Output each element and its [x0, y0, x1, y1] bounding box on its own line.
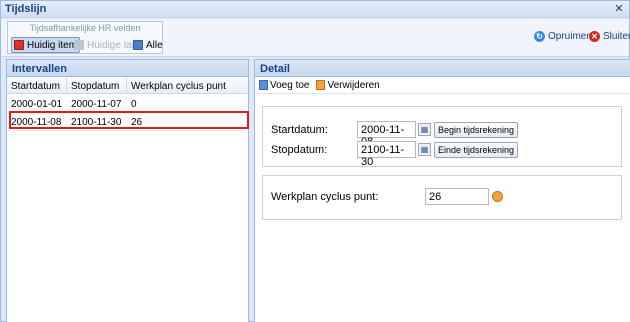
all-label: Alle	[146, 39, 163, 51]
add-icon	[259, 80, 268, 90]
begin-time-button[interactable]: Begin tijdsrekening	[434, 122, 519, 138]
add-button[interactable]: Voeg toe	[259, 80, 309, 91]
intervals-title: Intervallen	[7, 60, 248, 77]
cell-start: 2000-01-01	[11, 99, 63, 110]
tab-icon	[74, 40, 84, 50]
current-item-label: Huidig item	[27, 39, 78, 51]
lookup-icon[interactable]	[492, 191, 503, 202]
cleanup-label: Opruimen	[548, 31, 592, 42]
calendar-icon[interactable]: ▦	[418, 123, 431, 136]
item-icon	[14, 40, 24, 50]
delete-button[interactable]: Verwijderen	[316, 79, 380, 91]
intervals-panel: Intervallen Startdatum Stopdatum Werkpla…	[6, 59, 249, 322]
start-date-label: Startdatum:	[271, 124, 328, 136]
current-tab-button[interactable]: Huidige tab	[74, 37, 138, 53]
hr-fields-group: Tijdsafhankelijke HR velden Huidig item …	[7, 21, 163, 54]
start-date-field[interactable]: 2000-11-08	[357, 121, 416, 148]
current-item-button[interactable]: Huidig item	[11, 37, 81, 53]
close-icon[interactable]: ✕	[613, 3, 625, 15]
column-header-start[interactable]: Startdatum	[7, 78, 67, 93]
delete-icon	[316, 80, 326, 90]
timeline-window: Tijdslijn ✕ Tijdsafhankelijke HR velden …	[0, 0, 630, 322]
cell-cycle: 0	[131, 99, 137, 110]
add-label: Voeg toe	[270, 79, 310, 91]
window-title: Tijdslijn	[5, 3, 47, 15]
grid-header: Startdatum Stopdatum Werkplan cyclus pun…	[7, 78, 248, 94]
date-fieldset: Startdatum: 2000-11-08 ▦ Begin tijdsreke…	[262, 106, 622, 168]
cycle-label: Werkplan cyclus punt:	[271, 191, 379, 203]
stop-date-field[interactable]: 2100-11-30	[357, 141, 416, 168]
title-bar: Tijdslijn ✕	[1, 1, 629, 18]
cleanup-button[interactable]: ↻ Opruimen	[534, 31, 592, 42]
cycle-field[interactable]: 26	[425, 188, 489, 205]
current-tab-label: Huidige tab	[87, 39, 138, 51]
cycle-fieldset: Werkplan cyclus punt: 26	[262, 175, 622, 220]
detail-panel: Detail Voeg toe Verwijderen Startdatum: …	[254, 59, 630, 322]
all-button[interactable]: Alle	[133, 37, 163, 53]
end-time-button[interactable]: Einde tijdsrekening	[434, 142, 519, 158]
close-circle-icon: ✕	[589, 31, 600, 42]
toolbar: Tijdsafhankelijke HR velden Huidig item …	[1, 19, 630, 57]
column-header-stop[interactable]: Stopdatum	[67, 78, 127, 93]
column-header-cycle[interactable]: Werkplan cyclus punt	[127, 78, 248, 93]
delete-label: Verwijderen	[327, 79, 380, 91]
close-button[interactable]: ✕ Sluiten	[589, 31, 630, 42]
group-label: Tijdsafhankelijke HR velden	[29, 23, 141, 33]
calendar-icon[interactable]: ▦	[418, 143, 431, 156]
detail-title: Detail	[255, 60, 630, 77]
stop-date-label: Stopdatum:	[271, 144, 328, 156]
refresh-icon: ↻	[534, 31, 545, 42]
all-icon	[133, 40, 143, 50]
cell-stop: 2000-11-07	[71, 99, 122, 110]
close-label: Sluiten	[603, 31, 630, 42]
selection-highlight	[9, 111, 249, 129]
detail-toolbar: Voeg toe Verwijderen	[255, 77, 630, 94]
